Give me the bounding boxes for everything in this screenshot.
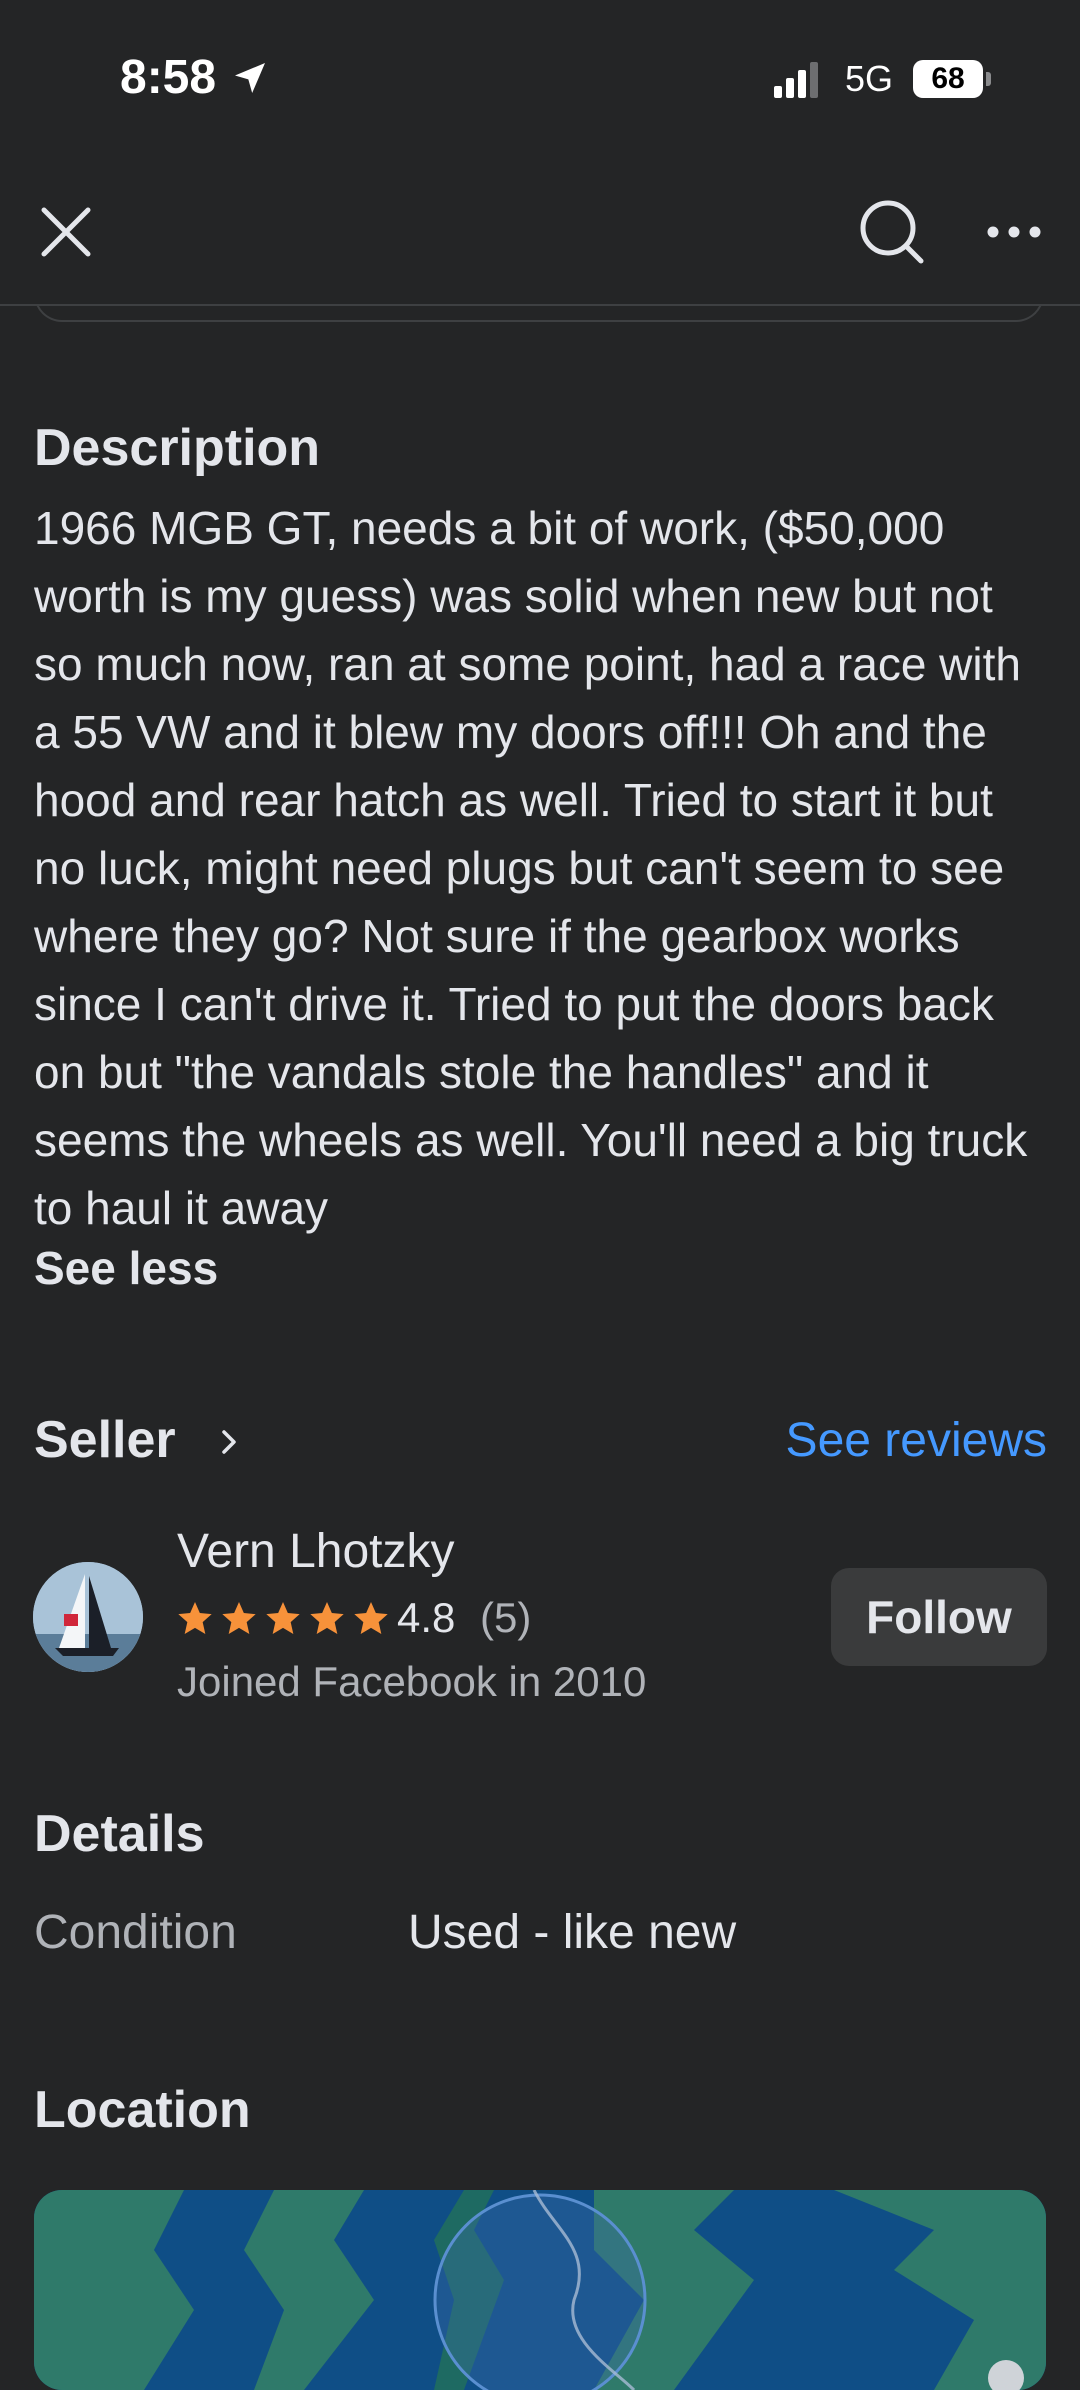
star-icon [354, 1602, 388, 1634]
description-title: Description [34, 419, 321, 477]
search-button[interactable] [856, 196, 928, 268]
map-image [34, 2190, 1046, 2390]
seller-star-rating [175, 1599, 395, 1639]
cellular-signal-icon [774, 62, 818, 98]
see-reviews-link[interactable]: See reviews [786, 1413, 1047, 1468]
seller-name[interactable]: Vern Lhotzky [177, 1524, 455, 1579]
star-icon [222, 1602, 256, 1634]
close-button[interactable] [30, 196, 102, 268]
network-type: 5G [845, 58, 894, 99]
sailboat-photo [33, 1562, 143, 1672]
condition-label: Condition [34, 1906, 237, 1959]
rating-count: (5) [480, 1594, 532, 1641]
see-less-link[interactable]: See less [34, 1241, 218, 1295]
more-horizontal-icon [987, 226, 1041, 238]
condition-value: Used - like new [408, 1906, 737, 1959]
battery-icon: 68 [913, 60, 983, 98]
description-text: 1966 MGB GT, needs a bit of work, ($50,0… [34, 502, 1028, 1234]
seller-avatar[interactable] [33, 1562, 143, 1672]
star-icon [310, 1602, 344, 1634]
more-options-button[interactable] [978, 196, 1050, 268]
location-title: Location [34, 2081, 251, 2139]
battery-cap [986, 72, 991, 86]
top-nav-bar [0, 160, 1080, 306]
star-icon [266, 1602, 300, 1634]
status-time: 8:58 [120, 51, 217, 104]
rating-value: 4.8 [397, 1594, 456, 1641]
location-map[interactable] [34, 2190, 1046, 2390]
search-icon [860, 200, 924, 264]
follow-button[interactable]: Follow [831, 1568, 1047, 1666]
seller-joined: Joined Facebook in 2010 [177, 1658, 647, 1705]
details-title: Details [34, 1805, 205, 1863]
star-icon [178, 1602, 212, 1634]
location-arrow-icon [235, 63, 265, 93]
status-bar: 8:58 5G 68 [0, 0, 1080, 160]
chevron-right-icon[interactable] [218, 1424, 242, 1460]
seller-title[interactable]: Seller [34, 1410, 176, 1470]
close-icon [41, 207, 91, 257]
